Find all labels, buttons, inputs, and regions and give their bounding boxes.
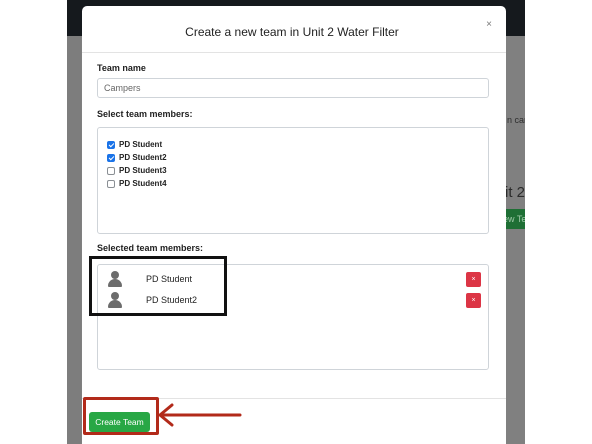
member-option[interactable]: PD Student3 — [107, 165, 167, 176]
create-button-highlight — [83, 397, 159, 435]
create-team-modal: Create a new team in Unit 2 Water Filter… — [82, 6, 506, 444]
member-name: PD Student3 — [119, 166, 167, 175]
arrow-left-icon — [158, 403, 242, 427]
selected-members-label: Selected team members: — [97, 243, 204, 253]
members-list: PD Student PD Student2 PD Student3 PD St… — [97, 127, 489, 234]
background-heading: it 2 — [505, 184, 525, 201]
close-icon[interactable]: × — [486, 19, 492, 30]
member-name: PD Student2 — [119, 153, 167, 162]
member-checkbox[interactable] — [107, 153, 115, 162]
background-cards-text: n card — [507, 115, 525, 125]
member-option[interactable]: PD Student2 — [107, 152, 167, 163]
member-checkbox[interactable] — [107, 179, 115, 188]
remove-member-button[interactable]: × — [466, 272, 481, 287]
selected-members-highlight — [89, 256, 227, 316]
team-name-input[interactable] — [97, 78, 489, 98]
team-name-label: Team name — [97, 63, 146, 73]
member-option[interactable]: PD Student — [107, 139, 162, 150]
modal-title: Create a new team in Unit 2 Water Filter — [185, 25, 399, 39]
tutorial-screenshot: n card it 2 ew Te Create a new team in U… — [0, 0, 592, 444]
member-name: PD Student4 — [119, 179, 167, 188]
modal-header: Create a new team in Unit 2 Water Filter… — [82, 6, 506, 53]
member-option[interactable]: PD Student4 — [107, 178, 167, 189]
select-members-label: Select team members: — [97, 109, 193, 119]
member-checkbox[interactable] — [107, 140, 115, 149]
member-checkbox[interactable] — [107, 166, 115, 175]
member-name: PD Student — [119, 140, 163, 149]
remove-member-button[interactable]: × — [466, 293, 481, 308]
